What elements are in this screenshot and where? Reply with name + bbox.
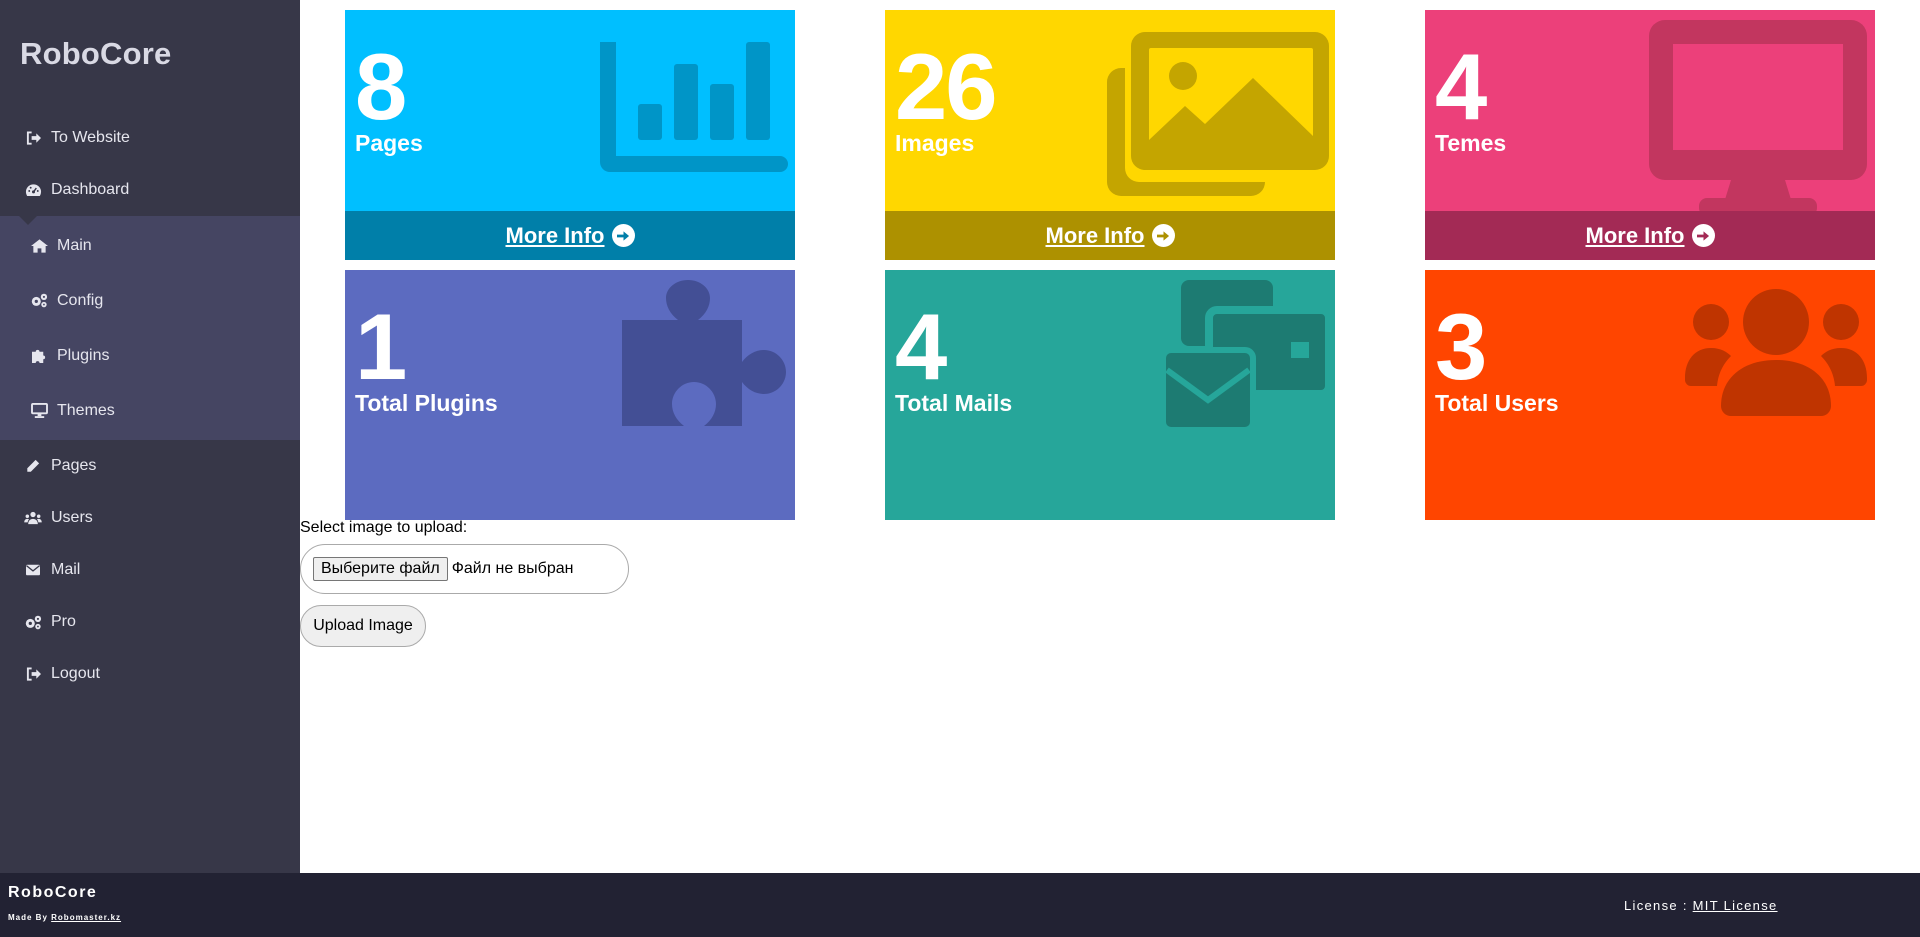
sidebar: RoboCore To Website Dashboard Main Confi…: [0, 0, 300, 873]
admin-dashboard-page: RoboCore To Website Dashboard Main Confi…: [0, 0, 1920, 937]
cogs-icon: [30, 292, 48, 310]
file-input[interactable]: Выберите файл Файл не выбран: [300, 544, 629, 594]
stat-tile-images: 26 Images More Info: [885, 10, 1335, 260]
footer: RoboCore Made By Robomaster.kz License :…: [0, 873, 1920, 937]
puzzle-icon: [622, 280, 786, 426]
pencil-icon: [24, 457, 42, 475]
envelope-icon: [24, 561, 42, 579]
sidebar-item-logout[interactable]: Logout: [0, 648, 300, 700]
home-icon: [30, 237, 48, 255]
tile-label: Images: [895, 130, 975, 156]
stat-tile-mails: 4 Total Mails: [885, 270, 1335, 520]
tile-count: 1: [355, 294, 407, 399]
sidebar-item-plugins[interactable]: Plugins: [0, 328, 300, 383]
more-info-label: More Info: [505, 222, 605, 248]
dashboard-icon: [24, 181, 42, 199]
sidebar-item-label: Pro: [51, 613, 76, 630]
sign-out-icon: [24, 665, 42, 683]
made-by-link[interactable]: Robomaster.kz: [51, 913, 121, 922]
sidebar-item-label: Config: [57, 291, 104, 309]
sidebar-item-label: To Website: [51, 129, 130, 146]
upload-label: Select image to upload:: [300, 519, 468, 536]
tile-count: 8: [355, 34, 407, 139]
dashboard-submenu: Main Config Plugins Themes: [0, 215, 300, 440]
cogs-icon: [24, 613, 42, 631]
stat-tile-users: 3 Total Users: [1425, 270, 1875, 520]
tile-count: 4: [1435, 34, 1487, 139]
tile-count: 26: [895, 34, 998, 139]
users-icon: [24, 509, 42, 527]
arrow-circle-right-icon: [1151, 224, 1175, 247]
license-prefix: License :: [1624, 898, 1688, 913]
tile-label: Total Users: [1435, 390, 1559, 416]
tile-label: Temes: [1435, 130, 1507, 156]
footer-license: License : MIT License: [1624, 898, 1778, 913]
sidebar-item-config[interactable]: Config: [0, 273, 300, 328]
sidebar-item-to-website[interactable]: To Website: [0, 112, 300, 164]
arrow-circle-right-icon: [1691, 224, 1715, 247]
tile-label: Total Mails: [895, 390, 1013, 416]
more-info-link[interactable]: More Info: [1425, 211, 1875, 260]
footer-brand: RoboCore: [8, 884, 98, 901]
sidebar-item-label: Main: [57, 236, 92, 254]
sidebar-item-label: Plugins: [57, 346, 110, 364]
images-icon: [1107, 32, 1329, 196]
sidebar-item-label: Mail: [51, 561, 81, 578]
sidebar-item-pro[interactable]: Pro: [0, 596, 300, 648]
monitor-icon: [1649, 20, 1867, 216]
more-info-label: More Info: [1585, 222, 1685, 248]
sidebar-item-mail[interactable]: Mail: [0, 544, 300, 596]
sidebar-item-label: Dashboard: [51, 181, 130, 198]
users-icon: [1685, 289, 1867, 416]
more-info-label: More Info: [1045, 222, 1145, 248]
sidebar-item-label: Pages: [51, 457, 97, 474]
sidebar-item-label: Logout: [51, 665, 100, 682]
puzzle-icon: [30, 347, 48, 365]
tile-label: Pages: [355, 130, 423, 156]
envelopes-icon: [1163, 280, 1329, 430]
sidebar-brand: RoboCore: [20, 36, 172, 71]
tile-count: 3: [1435, 294, 1487, 399]
monitor-icon: [30, 402, 48, 420]
sidebar-item-pages[interactable]: Pages: [0, 440, 300, 492]
bar-chart-icon: [600, 42, 788, 172]
footer-made-by: Made By Robomaster.kz: [8, 913, 121, 922]
upload-image-button[interactable]: Upload Image: [300, 605, 426, 647]
sidebar-item-main[interactable]: Main: [0, 218, 300, 273]
sidebar-item-themes[interactable]: Themes: [0, 383, 300, 438]
sidebar-item-dashboard[interactable]: Dashboard: [0, 164, 300, 216]
choose-file-button[interactable]: Выберите файл: [313, 557, 448, 581]
made-by-prefix: Made By: [8, 913, 48, 922]
more-info-link[interactable]: More Info: [885, 211, 1335, 260]
arrow-circle-right-icon: [611, 224, 635, 247]
tile-label: Total Plugins: [355, 390, 498, 416]
stat-tile-themes: 4 Temes More Info: [1425, 10, 1875, 260]
stat-tile-pages: 8 Pages More Info: [345, 10, 795, 260]
sidebar-item-users[interactable]: Users: [0, 492, 300, 544]
sidebar-item-label: Users: [51, 509, 93, 526]
tile-count: 4: [895, 294, 947, 399]
more-info-link[interactable]: More Info: [345, 211, 795, 260]
license-link[interactable]: MIT License: [1693, 898, 1778, 913]
sidebar-item-label: Themes: [57, 401, 115, 419]
sidebar-nav: To Website Dashboard Main Config Plugins…: [0, 112, 300, 700]
file-status: Файл не выбран: [451, 560, 574, 577]
sign-out-icon: [24, 129, 42, 147]
stat-tile-plugins: 1 Total Plugins: [345, 270, 795, 520]
